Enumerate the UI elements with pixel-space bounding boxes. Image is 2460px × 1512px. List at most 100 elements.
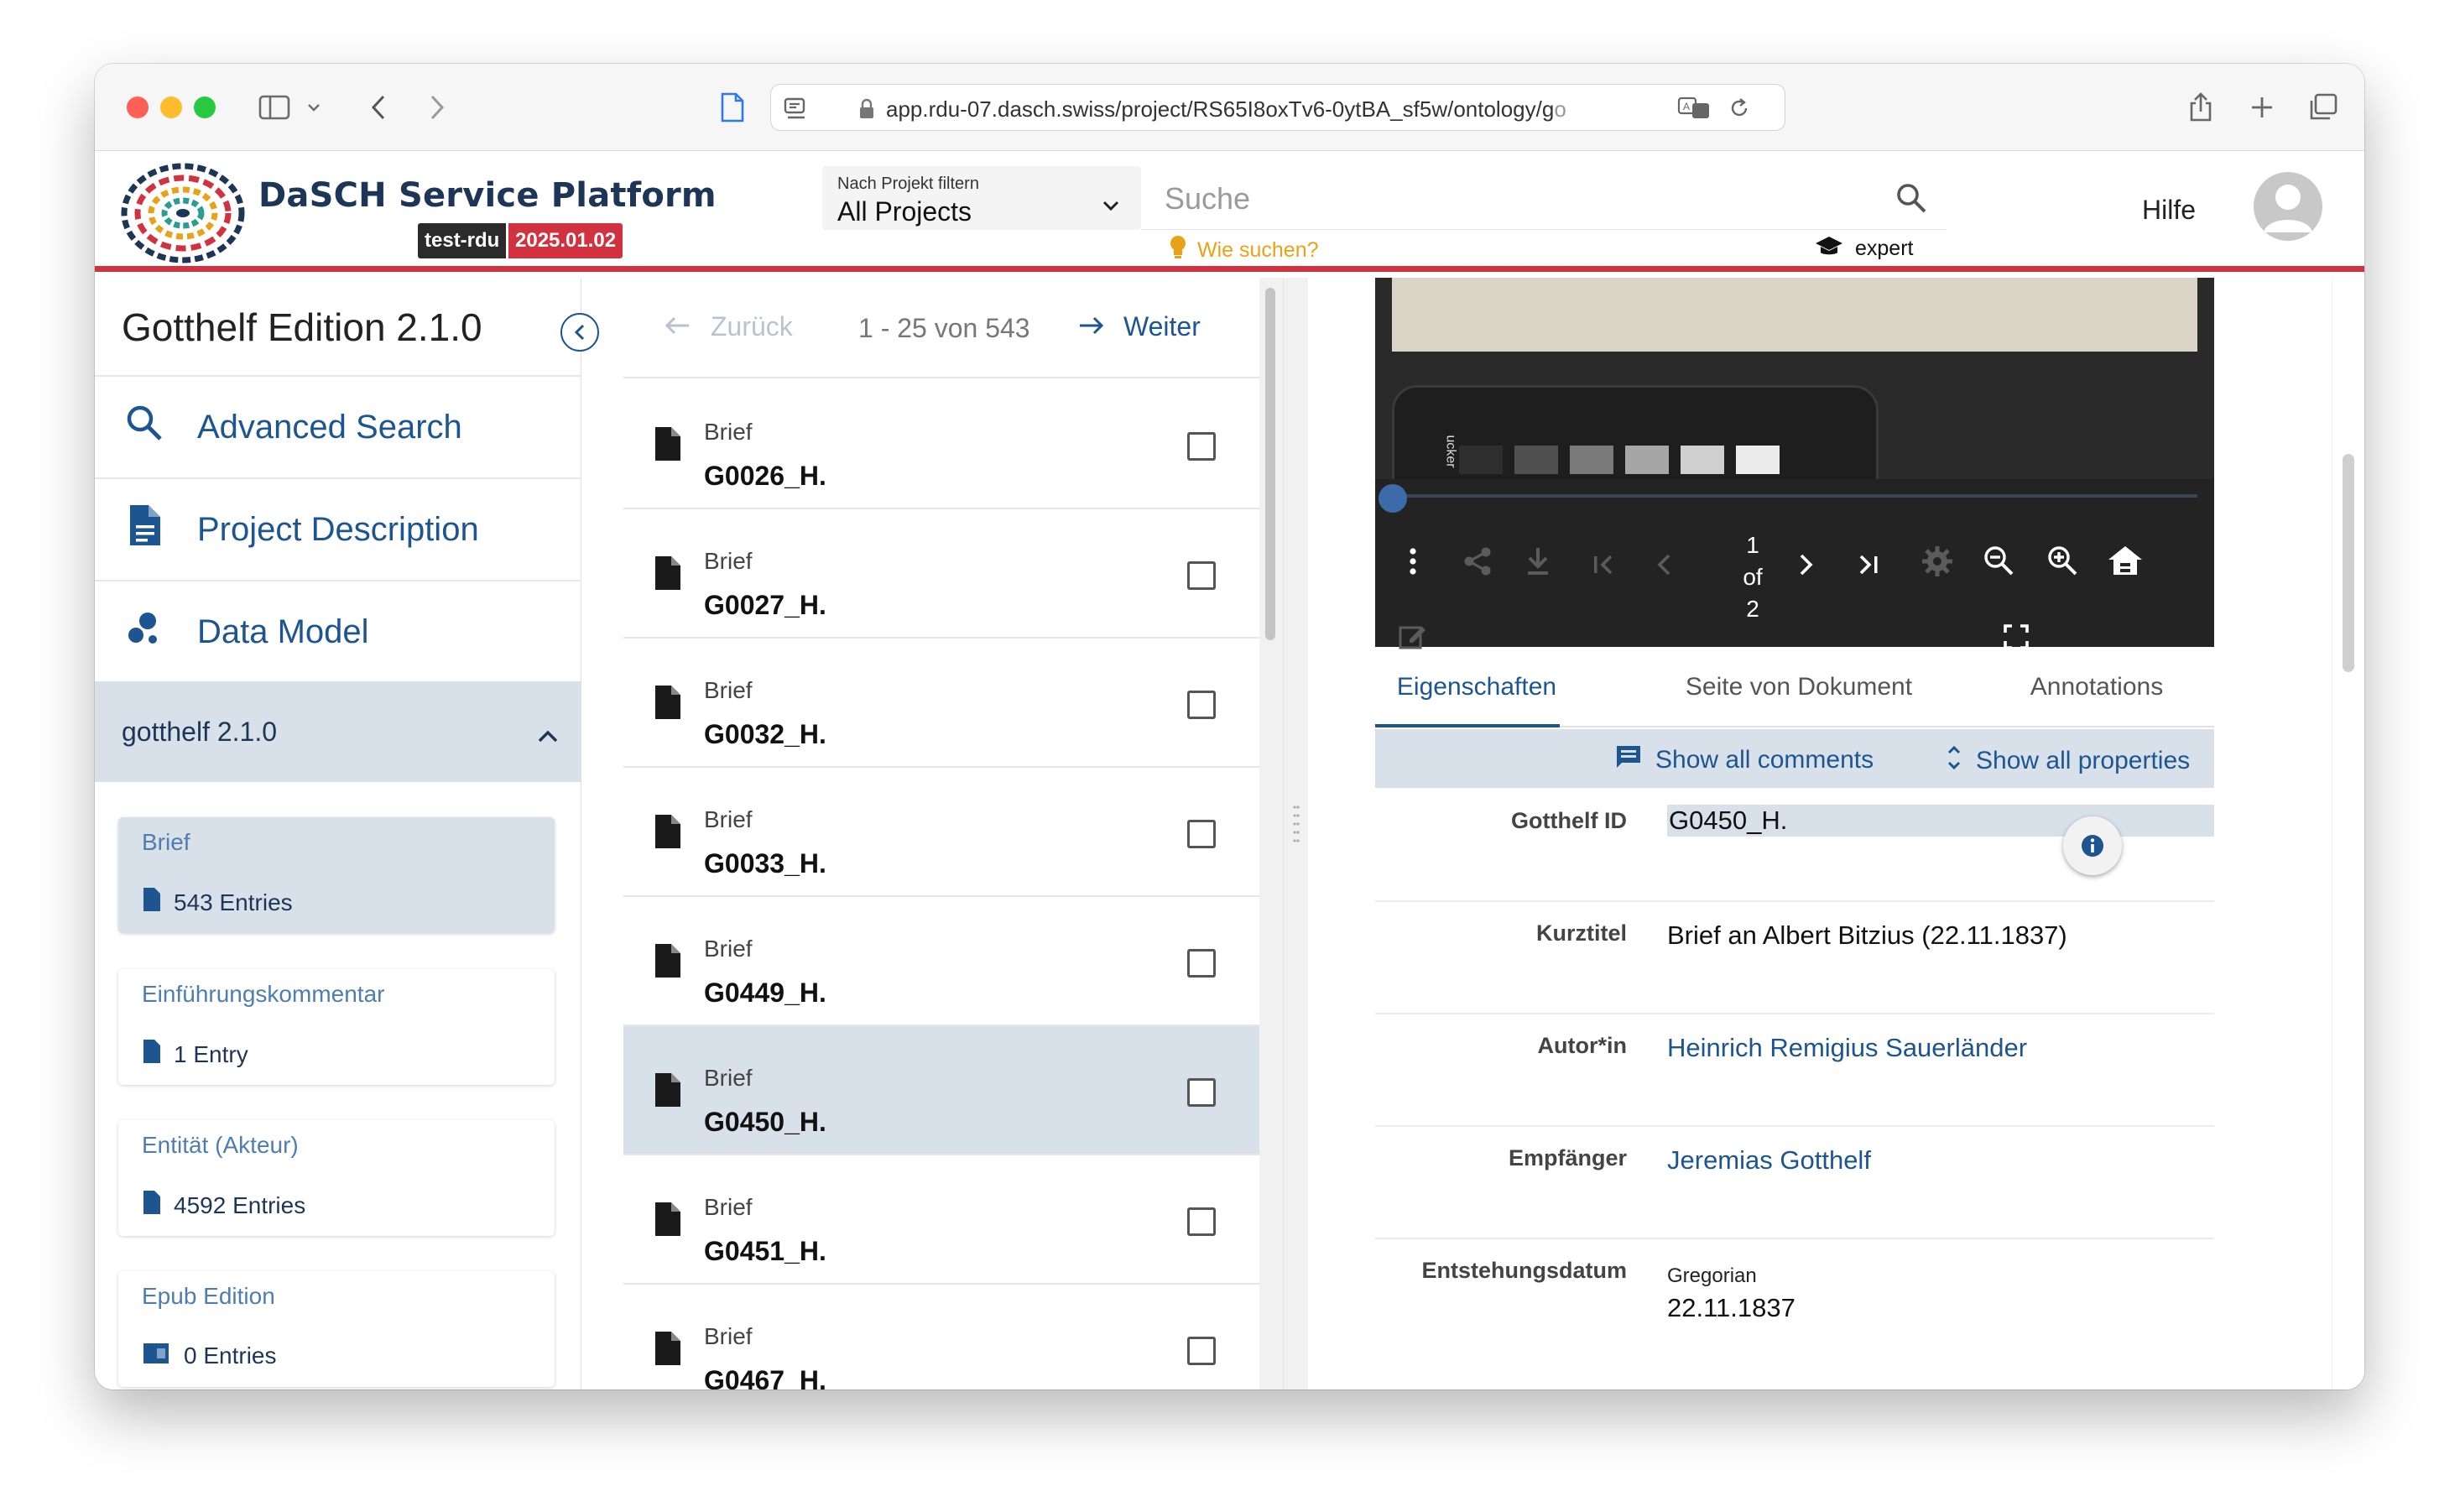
tab-eigenschaften[interactable]: Eigenschaften (1375, 647, 1560, 727)
result-row[interactable]: Brief G0027_H. (623, 509, 1259, 639)
result-row[interactable]: Brief G0026_H. (623, 380, 1259, 509)
zoom-out-icon[interactable] (1979, 541, 2018, 580)
result-checkbox[interactable] (1187, 1207, 1216, 1236)
result-checkbox[interactable] (1187, 1337, 1216, 1365)
result-row[interactable]: Brief G0033_H. (623, 768, 1259, 897)
result-row[interactable]: Brief G0032_H. (623, 639, 1259, 768)
address-bar[interactable]: app.rdu-07.dasch.swiss/project/RS65I8oxT… (770, 84, 1785, 131)
result-row[interactable]: Brief G0467_H. (623, 1285, 1259, 1389)
drag-handle-icon (1293, 806, 1300, 842)
tab-seite-von-dokument[interactable]: Seite von Dokument (1677, 647, 1921, 727)
project-filter-select[interactable]: Nach Projekt filtern All Projects (822, 166, 1141, 230)
help-link[interactable]: Hilfe (2142, 195, 2196, 226)
scrollbar-thumb[interactable] (1265, 288, 1275, 640)
browser-window: app.rdu-07.dasch.swiss/project/RS65I8oxT… (95, 64, 2364, 1389)
ontology-name: gotthelf 2.1.0 (122, 716, 278, 747)
result-type: Brief (704, 1194, 753, 1220)
tab-overview-icon[interactable] (2305, 84, 2342, 131)
sidebar-item-advanced-search[interactable]: Advanced Search (95, 375, 581, 477)
search-bar (1141, 166, 1947, 230)
result-type: Brief (704, 936, 753, 962)
forward-icon[interactable] (420, 84, 454, 131)
back-icon[interactable] (362, 84, 395, 131)
zoom-window-button[interactable] (194, 96, 216, 118)
class-name: Brief (142, 829, 190, 855)
show-all-comments-button[interactable]: Show all comments (1615, 744, 1874, 776)
share-icon[interactable] (1459, 543, 1496, 580)
close-window-button[interactable] (127, 96, 149, 118)
info-button[interactable] (2063, 816, 2122, 875)
sidebar-toggle-icon[interactable] (254, 84, 294, 131)
how-to-search-link[interactable]: Wie suchen? (1169, 235, 1319, 266)
result-row[interactable]: Brief G0451_H. (623, 1155, 1259, 1285)
results-scrollbar[interactable] (1259, 278, 1283, 1389)
info-icon (2082, 835, 2103, 857)
minimize-window-button[interactable] (160, 96, 182, 118)
expert-search-link[interactable]: expert (1815, 235, 1913, 263)
dasch-logo-icon[interactable] (120, 161, 246, 265)
result-row-selected[interactable]: Brief G0450_H. (623, 1026, 1259, 1155)
result-checkbox[interactable] (1187, 820, 1216, 848)
property-name: Empfänger (1508, 1145, 1627, 1170)
next-page-button[interactable]: Weiter (1078, 311, 1201, 342)
result-row[interactable]: Brief G0449_H. (623, 897, 1259, 1026)
collapse-sidebar-button[interactable] (560, 313, 599, 352)
result-checkbox[interactable] (1187, 561, 1216, 590)
how-to-search-label: Wie suchen? (1197, 238, 1319, 262)
document-image[interactable]: ucker (1375, 278, 2214, 479)
panel-resize-handle[interactable] (1283, 278, 1308, 1389)
scrollbar-thumb[interactable] (2343, 454, 2354, 672)
sidebar-nav: Advanced Search Project Description Data… (95, 375, 581, 682)
viewer-scrollbar[interactable] (2332, 278, 2364, 1389)
document-icon (142, 886, 162, 919)
previous-page-button[interactable]: Zurück (664, 311, 793, 342)
class-card-entitaet-akteur[interactable]: Entität (Akteur) 4592 Entries (118, 1120, 555, 1236)
chevron-down-icon[interactable] (301, 84, 326, 131)
result-label: G0451_H. (704, 1236, 826, 1266)
sidebar-item-project-description[interactable]: Project Description (95, 477, 581, 580)
slider-knob[interactable] (1379, 484, 1407, 513)
viewer-toolbar: 1 of 2 (1375, 513, 2214, 649)
first-page-icon[interactable] (1585, 546, 1622, 583)
download-icon[interactable] (1519, 543, 1556, 580)
home-icon[interactable] (2105, 541, 2145, 580)
document-icon (654, 1330, 682, 1371)
result-checkbox[interactable] (1187, 1078, 1216, 1107)
tab-annotations[interactable]: Annotations (2004, 647, 2189, 727)
class-card-epub-edition[interactable]: Epub Edition 0 Entries (118, 1271, 555, 1387)
document-icon (142, 1189, 162, 1222)
previous-page-icon[interactable] (1647, 546, 1681, 583)
result-checkbox[interactable] (1187, 432, 1216, 461)
last-page-icon[interactable] (1850, 546, 1887, 583)
brand-title[interactable]: DaSCH Service Platform (258, 176, 717, 215)
url-text: app.rdu-07.dasch.swiss/project/RS65I8oxT… (886, 96, 1566, 122)
property-link[interactable]: Jeremias Gotthelf (1667, 1145, 1871, 1176)
sidebar-item-label: Data Model (197, 613, 369, 650)
class-card-brief[interactable]: Brief 543 Entries (118, 817, 555, 933)
arrow-left-icon (664, 311, 691, 342)
page-slider[interactable] (1375, 479, 2214, 513)
more-vert-icon[interactable] (1400, 543, 1425, 580)
reload-icon[interactable] (1728, 96, 1751, 124)
user-avatar[interactable] (2254, 172, 2322, 241)
document-icon (654, 425, 682, 467)
class-card-einfuehrungskommentar[interactable]: Einführungskommentar 1 Entry (118, 969, 555, 1085)
sidebar-item-label: Project Description (197, 510, 479, 548)
show-all-properties-button[interactable]: Show all properties (1946, 744, 2190, 778)
share-icon[interactable] (2184, 84, 2218, 131)
result-type: Brief (704, 806, 753, 832)
next-page-icon[interactable] (1790, 546, 1823, 583)
ontology-expander[interactable]: gotthelf 2.1.0 (95, 681, 581, 782)
reader-icon[interactable] (783, 95, 810, 126)
settings-icon[interactable] (1917, 541, 1957, 581)
zoom-in-icon[interactable] (2043, 541, 2082, 580)
translate-icon[interactable]: A (1677, 96, 1711, 124)
search-input[interactable] (1165, 181, 1836, 216)
search-icon[interactable] (1895, 181, 1928, 219)
new-tab-icon[interactable] (2245, 84, 2279, 131)
result-checkbox[interactable] (1187, 691, 1216, 719)
result-checkbox[interactable] (1187, 949, 1216, 978)
sidebar-item-data-model[interactable]: Data Model (95, 580, 581, 682)
result-label: G0026_H. (704, 461, 826, 491)
property-link[interactable]: Heinrich Remigius Sauerländer (1667, 1033, 2027, 1063)
